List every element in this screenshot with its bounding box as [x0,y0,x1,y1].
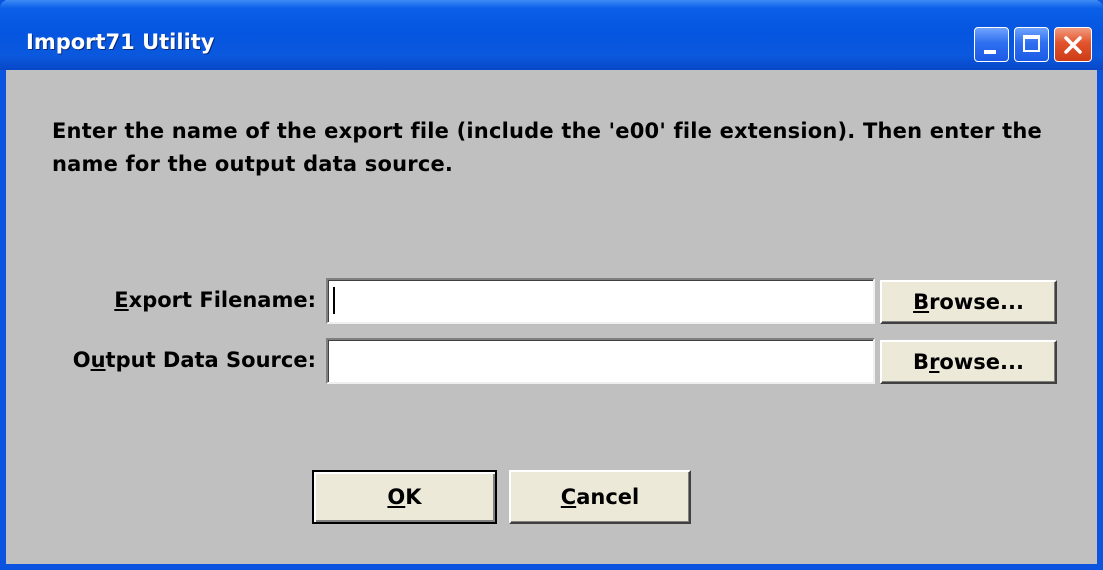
browse-label-prefix: B [913,350,930,374]
browse-access-key: B [913,290,930,314]
minimize-icon [984,50,996,54]
title-bar[interactable]: Import71 Utility [0,0,1103,70]
text-caret [333,287,335,314]
browse-access-key: r [929,350,940,374]
ok-label-text: K [405,485,422,509]
maximize-icon [1023,35,1040,52]
output-data-source-label-text: tput Data Source: [105,348,316,372]
browse-label-text: rowse... [929,290,1024,314]
ok-access-key: O [387,485,406,509]
browse-export-button[interactable]: Browse... [880,280,1057,324]
cancel-label-text: ancel [576,485,640,509]
minimize-button[interactable] [974,27,1009,62]
export-filename-access-key: E [114,288,129,312]
output-data-source-input[interactable] [326,338,875,384]
output-data-source-access-key: u [90,348,106,372]
export-filename-label-text: xport Filename: [128,288,316,312]
cancel-button[interactable]: Cancel [509,470,691,524]
cancel-access-key: C [560,485,577,509]
export-filename-label: Export Filename: [84,288,316,312]
close-icon [1064,36,1082,54]
ok-button[interactable]: OK [312,470,497,524]
close-button[interactable] [1054,27,1092,62]
output-data-source-label: Output Data Source: [46,348,316,372]
window-title: Import71 Utility [26,30,215,54]
browse-label-text: owse... [939,350,1024,374]
instructions-text: Enter the name of the export file (inclu… [52,119,1042,176]
browse-output-button[interactable]: Browse... [880,340,1057,384]
maximize-button[interactable] [1014,27,1049,62]
export-filename-input[interactable] [326,278,875,324]
output-data-source-label-prefix: O [72,348,91,372]
